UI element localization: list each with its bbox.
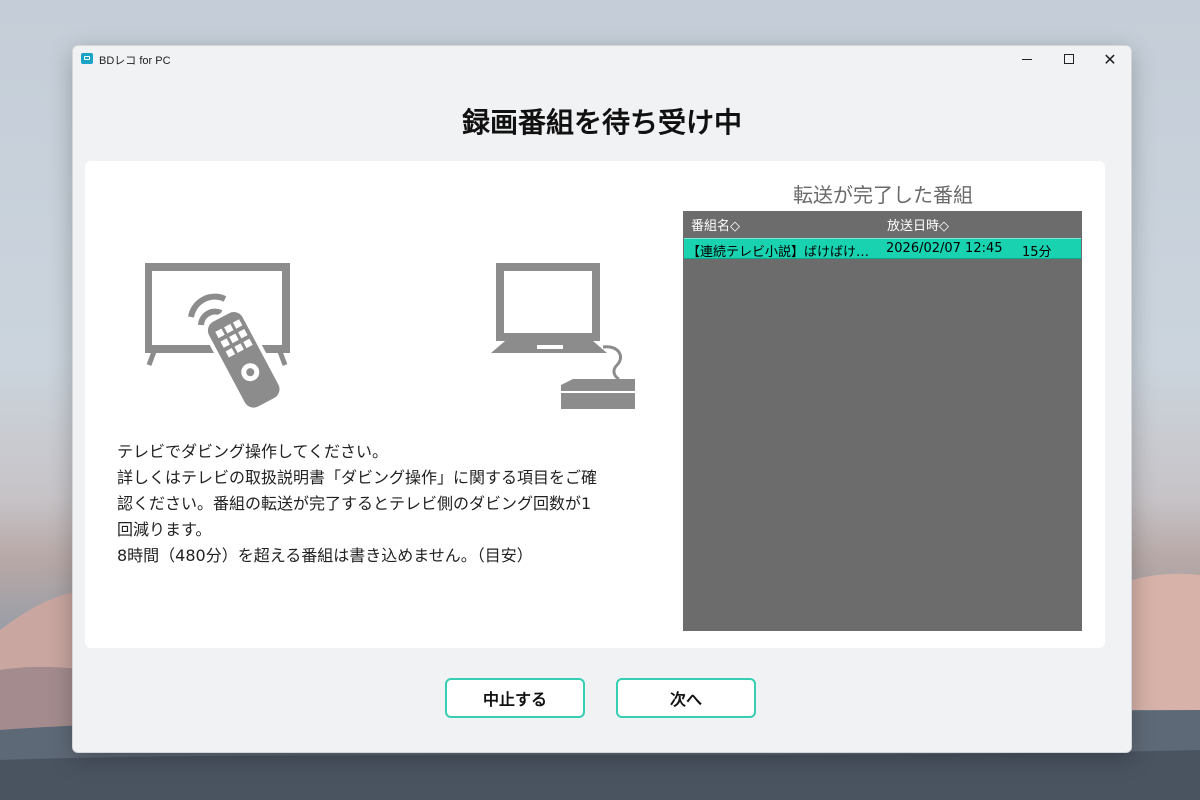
completed-programs-list[interactable]: 番組名◇ 放送日時◇ 【連続テレビ小説】ばけばけ… 2026/02/07 12:…: [683, 211, 1082, 631]
app-window: BDレコ for PC ✕ 録画番組を待ち受け中 テレビでダビング操作してくださ…: [72, 45, 1132, 753]
list-header: 番組名◇ 放送日時◇: [683, 211, 1082, 235]
app-title: BDレコ for PC: [99, 55, 171, 67]
completed-list-title: 転送が完了した番組: [793, 183, 973, 207]
column-header-datetime[interactable]: 放送日時◇: [887, 215, 949, 234]
instruction-line: 詳しくはテレビの取扱説明書「ダビング操作」に関する項目をご確: [117, 468, 598, 487]
app-icon: [81, 53, 93, 64]
title-bar: BDレコ for PC ✕: [73, 46, 1131, 72]
maximize-icon: [1064, 54, 1074, 64]
minimize-button[interactable]: [1007, 46, 1047, 72]
close-button[interactable]: ✕: [1090, 46, 1130, 72]
instruction-line: 認ください。番組の転送が完了するとテレビ側のダビング回数が1: [117, 494, 592, 513]
instruction-line: テレビでダビング操作してください。: [117, 442, 389, 461]
main-panel: テレビでダビング操作してください。 詳しくはテレビの取扱説明書「ダビング操作」に…: [85, 161, 1105, 648]
maximize-button[interactable]: [1049, 46, 1089, 72]
program-duration: 15分: [1022, 245, 1052, 260]
table-row[interactable]: 【連続テレビ小説】ばけばけ… 2026/02/07 12:45 15分: [684, 238, 1081, 260]
cancel-button[interactable]: 中止する: [445, 678, 585, 718]
program-name: 【連続テレビ小説】ばけばけ…: [687, 245, 870, 260]
next-button[interactable]: 次へ: [616, 678, 756, 718]
instructions-text: テレビでダビング操作してください。 詳しくはテレビの取扱説明書「ダビング操作」に…: [117, 439, 677, 569]
column-header-name[interactable]: 番組名◇: [691, 215, 740, 234]
broadcast-datetime: 2026/02/07 12:45: [886, 241, 1003, 256]
instruction-line: 回減ります。: [117, 520, 212, 539]
tv-with-remote-icon: [145, 263, 290, 412]
laptop-with-drive-icon: [491, 263, 635, 409]
page-title: 録画番組を待ち受け中: [461, 106, 742, 139]
instruction-line: 8時間（480分）を超える番組は書き込めません。（目安）: [117, 546, 533, 565]
minimize-icon: [1022, 58, 1032, 60]
close-icon: ✕: [1103, 49, 1117, 69]
